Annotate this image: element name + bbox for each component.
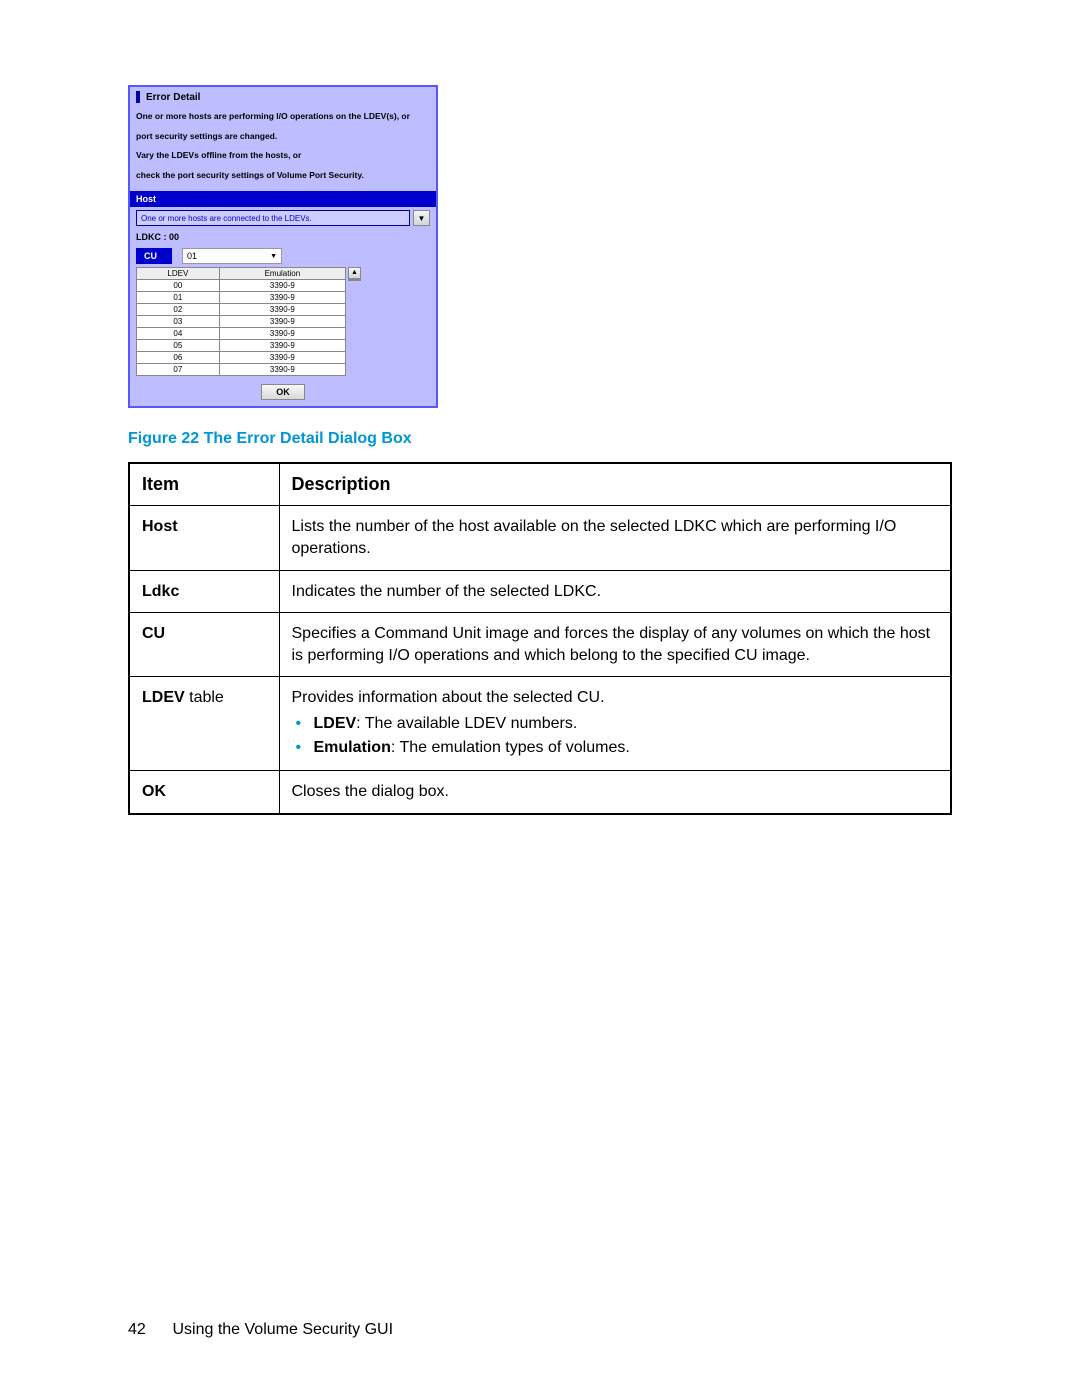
ldev-table: LDEV Emulation 003390-9 013390-9 023390-…: [136, 267, 346, 376]
table-row: 063390-9: [137, 352, 346, 364]
ldev-cell: 00: [137, 280, 220, 292]
host-label: Host: [130, 191, 436, 207]
ldev-cell: 06: [137, 352, 220, 364]
ldev-cell: 04: [137, 328, 220, 340]
ldev-bullet-1: LDEV: The available LDEV numbers.: [296, 713, 939, 735]
desc-row-cu: CU Specifies a Command Unit image and fo…: [129, 613, 951, 677]
desc-ldev: Provides information about the selected …: [279, 677, 951, 771]
emu-cell: 3390-9: [219, 292, 345, 304]
desc-row-ok: OK Closes the dialog box.: [129, 771, 951, 814]
cu-dropdown-value: 01: [187, 251, 197, 261]
cu-row: CU 01 ▼: [130, 245, 436, 267]
desc-row-host: Host Lists the number of the host availa…: [129, 506, 951, 570]
table-row: 003390-9: [137, 280, 346, 292]
ldev-cell: 03: [137, 316, 220, 328]
emu-cell: 3390-9: [219, 364, 345, 376]
emu-cell: 3390-9: [219, 328, 345, 340]
item-ldev: LDEV table: [129, 677, 279, 771]
dialog-message-line3: Vary the LDEVs offline from the hosts, o…: [130, 146, 436, 166]
scroll-track[interactable]: [348, 279, 361, 281]
table-row: 023390-9: [137, 304, 346, 316]
description-table: Item Description Host Lists the number o…: [128, 462, 952, 814]
ldev-cell: 07: [137, 364, 220, 376]
desc-row-ldev: LDEV table Provides information about th…: [129, 677, 951, 771]
desc-cu: Specifies a Command Unit image and force…: [279, 613, 951, 677]
header-desc: Description: [279, 463, 951, 506]
emu-cell: 3390-9: [219, 304, 345, 316]
ldev-col-header: LDEV: [137, 268, 220, 280]
ldev-scrollbar[interactable]: ▲: [348, 267, 361, 281]
dialog-message-line4: check the port security settings of Volu…: [130, 166, 436, 186]
item-cu: CU: [129, 613, 279, 677]
ldev-table-wrap: LDEV Emulation 003390-9 013390-9 023390-…: [130, 267, 436, 380]
page-footer: 42 Using the Volume Security GUI: [128, 1321, 393, 1339]
title-marker-icon: [136, 91, 140, 103]
header-item: Item: [129, 463, 279, 506]
table-row: 033390-9: [137, 316, 346, 328]
host-dropdown-row: One or more hosts are connected to the L…: [130, 207, 436, 229]
table-row: 013390-9: [137, 292, 346, 304]
desc-ok: Closes the dialog box.: [279, 771, 951, 814]
figure-caption: Figure 22 The Error Detail Dialog Box: [128, 430, 952, 448]
dialog-message-line1: One or more hosts are performing I/O ope…: [130, 107, 436, 127]
ldkc-label: LDKC : 00: [130, 229, 436, 245]
desc-ldkc: Indicates the number of the selected LDK…: [279, 570, 951, 613]
ldev-cell: 05: [137, 340, 220, 352]
item-ldkc: Ldkc: [129, 570, 279, 613]
item-ok: OK: [129, 771, 279, 814]
page-number: 42: [128, 1321, 146, 1338]
chevron-down-icon: ▼: [418, 214, 426, 223]
ok-button[interactable]: OK: [261, 384, 305, 400]
emu-cell: 3390-9: [219, 316, 345, 328]
item-host: Host: [129, 506, 279, 570]
desc-host: Lists the number of the host available o…: [279, 506, 951, 570]
emulation-col-header: Emulation: [219, 268, 345, 280]
ldev-bullet-list: LDEV: The available LDEV numbers. Emulat…: [292, 713, 939, 758]
cu-label: CU: [136, 248, 172, 264]
ldev-intro: Provides information about the selected …: [292, 689, 605, 706]
host-dropdown[interactable]: One or more hosts are connected to the L…: [136, 210, 410, 226]
emu-cell: 3390-9: [219, 340, 345, 352]
table-row: 043390-9: [137, 328, 346, 340]
error-detail-dialog: Error Detail One or more hosts are perfo…: [128, 85, 438, 408]
emu-cell: 3390-9: [219, 280, 345, 292]
ok-row: OK: [130, 380, 436, 406]
chevron-down-icon: ▼: [270, 253, 277, 260]
ldev-cell: 02: [137, 304, 220, 316]
ldev-bullet-2: Emulation: The emulation types of volume…: [296, 737, 939, 759]
host-section: Host One or more hosts are connected to …: [130, 191, 436, 229]
dialog-title-text: Error Detail: [146, 92, 200, 103]
ldev-cell: 01: [137, 292, 220, 304]
dialog-titlebar: Error Detail: [130, 87, 436, 107]
scroll-up-icon[interactable]: ▲: [348, 267, 361, 279]
desc-row-ldkc: Ldkc Indicates the number of the selecte…: [129, 570, 951, 613]
ldev-table-header-row: LDEV Emulation: [137, 268, 346, 280]
host-dropdown-button[interactable]: ▼: [413, 210, 430, 226]
dialog-message-line2: port security settings are changed.: [130, 127, 436, 147]
emu-cell: 3390-9: [219, 352, 345, 364]
table-row: 073390-9: [137, 364, 346, 376]
cu-dropdown[interactable]: 01 ▼: [182, 248, 282, 264]
footer-title: Using the Volume Security GUI: [172, 1321, 393, 1338]
desc-header-row: Item Description: [129, 463, 951, 506]
table-row: 053390-9: [137, 340, 346, 352]
